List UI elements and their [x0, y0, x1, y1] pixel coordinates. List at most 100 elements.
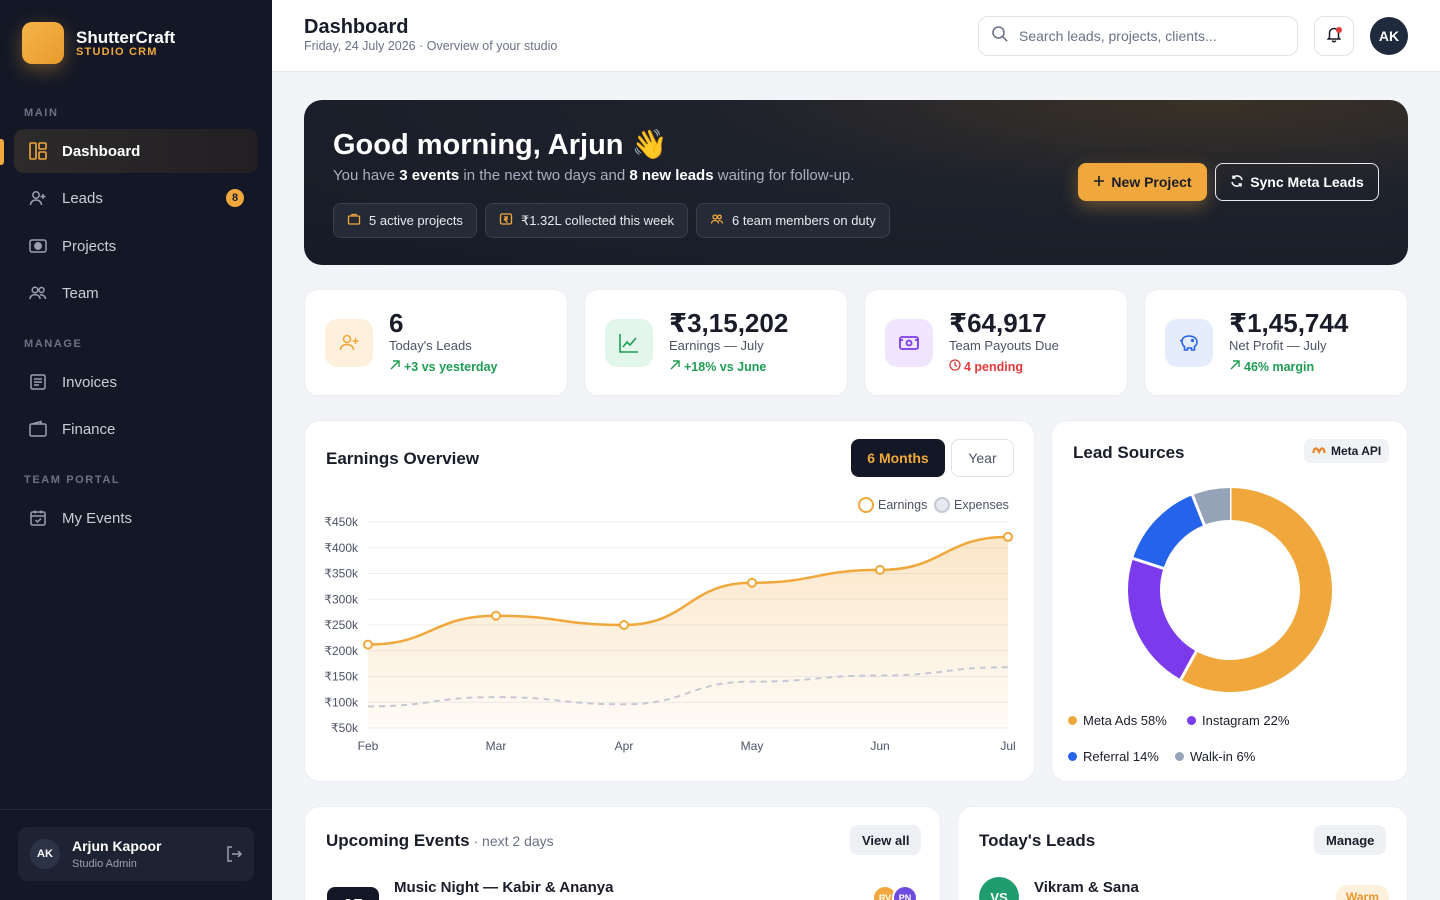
lead-name[interactable]: Vikram & Sana	[1034, 879, 1139, 896]
stat-card-todays-leads[interactable]: 6 Today's Leads +3 vs yesterday	[304, 289, 568, 396]
stat-label: Today's Leads	[389, 338, 472, 353]
events-count: 3 events	[399, 167, 460, 184]
donut-slice-meta-ads	[1180, 488, 1332, 692]
brand-logo	[22, 22, 64, 64]
panel-subtitle: · next 2 days	[469, 833, 554, 849]
sidebar-item-team[interactable]: Team	[14, 271, 258, 315]
logout-icon[interactable]	[224, 844, 244, 869]
chip-label: 5 active projects	[369, 213, 463, 228]
nav-section-main: MAIN	[24, 107, 59, 119]
stat-delta: 46% margin	[1229, 359, 1314, 374]
lead-sources-donut	[1128, 487, 1332, 692]
summary-chips: 5 active projects ₹1.32L collected this …	[333, 203, 890, 238]
user-card[interactable]: AK Arjun Kapoor Studio Admin	[18, 827, 254, 881]
active-indicator	[0, 139, 4, 165]
earnings-chart: ₹50k ₹100k ₹150k ₹200k ₹250k ₹300k ₹350k ₹400k ₹…	[324, 515, 1015, 753]
lead-sources-panel: Lead Sources Meta API Meta Ads 58% Insta…	[1051, 420, 1408, 782]
x-tick-label: Jul	[1000, 739, 1015, 753]
new-project-button[interactable]: New Project	[1078, 163, 1207, 201]
stat-value: ₹3,15,202	[669, 308, 789, 338]
plus-icon	[1093, 174, 1105, 190]
search-input[interactable]	[1019, 28, 1279, 44]
sidebar-item-invoices[interactable]: Invoices	[14, 360, 258, 404]
x-tick-label: May	[741, 739, 764, 753]
event-date-badge: 25	[327, 887, 379, 900]
chip-active-projects: 5 active projects	[333, 203, 477, 238]
y-tick-label: ₹400k	[324, 541, 359, 555]
clock-icon	[949, 359, 961, 374]
chip-collected: ₹1.32L collected this week	[484, 203, 688, 238]
donut-slice-referral	[1132, 495, 1205, 569]
lead-status-badge: Warm	[1336, 885, 1389, 900]
todays-leads-panel: Today's Leads Manage VS Vikram & Sana Wa…	[957, 806, 1408, 900]
avatar: VS	[979, 877, 1019, 900]
legend-label: Instagram 22%	[1202, 713, 1290, 728]
sidebar-item-label: Invoices	[62, 373, 118, 391]
donut-slice-walk-in	[1192, 488, 1231, 526]
manage-leads-button[interactable]: Manage	[1314, 825, 1387, 855]
rupee-icon	[499, 212, 513, 229]
earnings-overview-panel: Earnings Overview 6 Months Year Earnings…	[304, 420, 1035, 782]
sidebar-item-label: Team	[62, 284, 99, 302]
sidebar-item-my-events[interactable]: My Events	[14, 496, 258, 540]
delta-text: +18% vs June	[684, 359, 767, 374]
wallet-icon	[28, 419, 48, 439]
stat-label: Net Profit — July	[1229, 338, 1327, 353]
avatar: PN	[892, 885, 918, 900]
view-all-button[interactable]: View all	[850, 825, 922, 855]
search-box[interactable]	[978, 16, 1298, 56]
legend-dot	[1068, 752, 1077, 761]
avatar[interactable]: AK	[1370, 17, 1408, 55]
summary-text: waiting for follow-up.	[713, 167, 855, 184]
brand[interactable]: ShutterCraft STUDIO CRM	[22, 22, 175, 64]
brand-name: ShutterCraft	[76, 27, 176, 47]
legend-meta-ads: Meta Ads 58%	[1068, 713, 1167, 728]
x-tick-label: Feb	[358, 739, 379, 753]
camera-icon	[28, 236, 48, 256]
y-tick-label: ₹350k	[324, 567, 359, 581]
brand-subtitle: STUDIO CRM	[76, 45, 158, 58]
upcoming-events-panel: Upcoming Events · next 2 days View all 2…	[304, 806, 941, 900]
stat-card-earnings[interactable]: ₹3,15,202 Earnings — July +18% vs June	[584, 289, 848, 396]
summary-text: You have	[333, 167, 400, 184]
sidebar-item-leads[interactable]: Leads 8	[14, 176, 258, 220]
event-title[interactable]: Music Night — Kabir & Ananya	[394, 879, 613, 896]
stat-label: Team Payouts Due	[949, 338, 1059, 353]
user-role: Studio Admin	[72, 858, 137, 870]
legend-referral: Referral 14%	[1068, 749, 1159, 764]
summary-text: in the next two days and	[459, 167, 630, 184]
delta-text: 4 pending	[964, 359, 1024, 374]
legend-dot	[1175, 752, 1184, 761]
cash-icon	[885, 319, 933, 367]
stat-card-net-profit[interactable]: ₹1,45,744 Net Profit — July 46% margin	[1144, 289, 1408, 396]
panel-title-text: Upcoming Events	[326, 831, 470, 850]
legend-dot	[1068, 716, 1077, 725]
legend-label: Referral 14%	[1083, 749, 1159, 764]
legend-walk-in: Walk-in 6%	[1175, 749, 1255, 764]
y-tick-label: ₹150k	[324, 670, 359, 684]
legend-label: Meta Ads 58%	[1083, 713, 1167, 728]
stat-card-team-payouts[interactable]: ₹64,917 Team Payouts Due 4 pending	[864, 289, 1128, 396]
sidebar-item-finance[interactable]: Finance	[14, 407, 258, 451]
users-icon	[710, 212, 724, 229]
panel-title: Upcoming Events · next 2 days	[326, 831, 554, 851]
topbar: Dashboard Friday, 24 July 2026 · Overvie…	[272, 0, 1440, 72]
notifications-button[interactable]	[1314, 16, 1354, 56]
users-icon	[28, 283, 48, 303]
sidebar-item-label: My Events	[62, 509, 133, 527]
trend-up-icon	[1229, 359, 1241, 374]
sidebar-item-label: Projects	[62, 237, 117, 255]
stat-delta: +18% vs June	[669, 359, 766, 374]
earnings-point	[363, 639, 373, 650]
user-plus-icon	[28, 188, 48, 208]
earnings-point	[619, 620, 629, 630]
chip-label: ₹1.32L collected this week	[520, 212, 674, 228]
sidebar-item-projects[interactable]: Projects	[14, 224, 258, 268]
sidebar-item-dashboard[interactable]: Dashboard	[14, 129, 258, 173]
y-tick-label: ₹200k	[324, 644, 359, 658]
briefcase-icon	[347, 212, 361, 229]
sidebar: ShutterCraft STUDIO CRM MAIN Dashboard L…	[0, 0, 272, 900]
sync-meta-leads-button[interactable]: Sync Meta Leads	[1215, 163, 1379, 201]
delta-text: +3 vs yesterday	[404, 359, 498, 374]
donut-slice-instagram	[1128, 558, 1197, 680]
